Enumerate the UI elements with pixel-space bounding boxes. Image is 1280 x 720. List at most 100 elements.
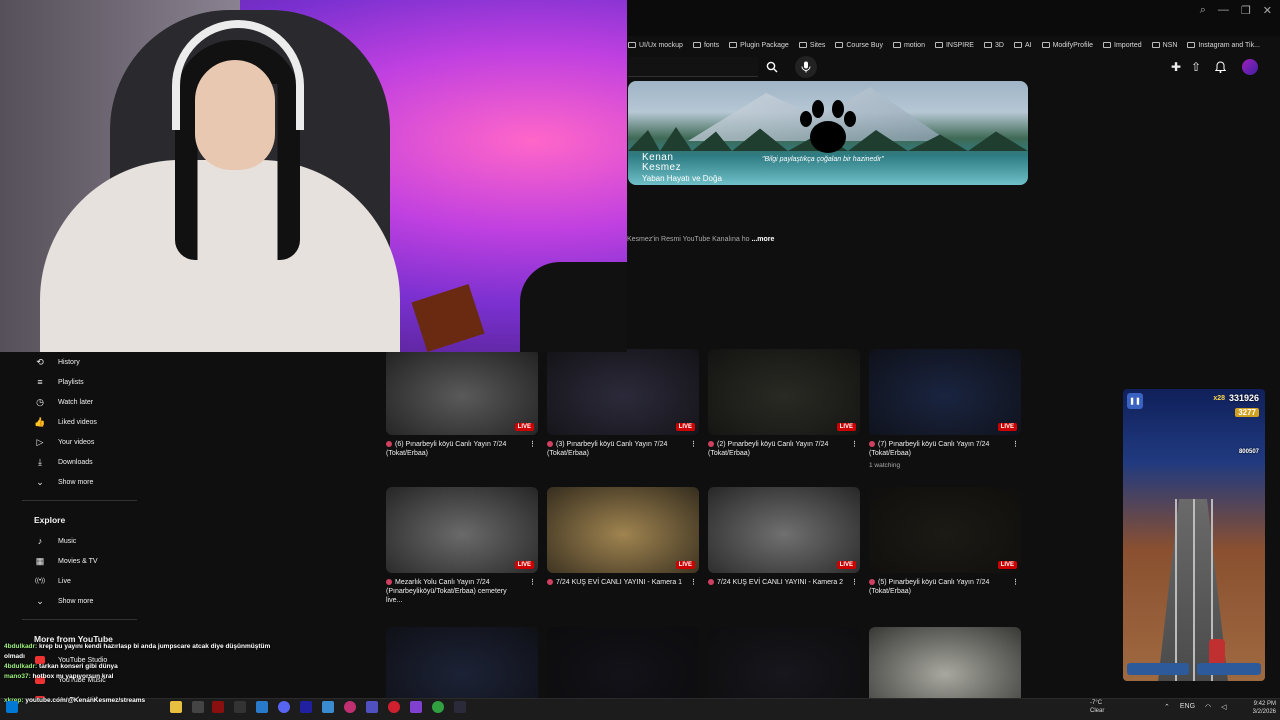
sidebar-item-history[interactable]: ⟲ History: [22, 352, 142, 372]
video-thumbnail[interactable]: LIVE: [708, 349, 860, 435]
video-card[interactable]: LIVE (5) Pınarbeyli köyü Canlı Yayın 7/24…: [869, 487, 1021, 596]
video-thumbnail[interactable]: LIVE: [386, 487, 538, 573]
bookmark-item[interactable]: Imported: [1103, 42, 1142, 49]
video-thumbnail[interactable]: LIVE: [386, 349, 538, 435]
video-card[interactable]: [708, 627, 860, 698]
video-thumbnail[interactable]: [869, 627, 1021, 698]
video-title[interactable]: (7) Pınarbeyli köyü Canlı Yayın 7/24 (To…: [869, 440, 1021, 458]
video-thumbnail[interactable]: LIVE: [547, 349, 699, 435]
bookmark-item[interactable]: Sites: [798, 42, 825, 49]
sidebar-item-your-videos[interactable]: ▷ Your videos: [22, 432, 142, 452]
video-card[interactable]: [547, 627, 699, 698]
app-icon[interactable]: [256, 701, 268, 713]
video-thumbnail[interactable]: [547, 627, 699, 698]
create-icon[interactable]: ✚: [1169, 60, 1183, 74]
bookmark-item[interactable]: AI: [1013, 42, 1032, 49]
maximize-button[interactable]: ❐: [1241, 4, 1251, 17]
app-icon[interactable]: [234, 701, 246, 713]
start-icon[interactable]: [6, 701, 18, 713]
search-input[interactable]: [628, 57, 758, 77]
language-indicator[interactable]: ENG: [1180, 703, 1195, 711]
video-thumbnail[interactable]: LIVE: [547, 487, 699, 573]
more-options-icon[interactable]: ⋮: [690, 578, 697, 587]
bookmark-item[interactable]: Plugin Package: [729, 42, 789, 49]
video-card[interactable]: [386, 627, 538, 698]
sidebar-item-live[interactable]: ((•)) Live: [22, 571, 142, 591]
bookmark-item[interactable]: fonts: [692, 42, 719, 49]
more-options-icon[interactable]: ⋮: [529, 440, 536, 449]
steam-icon[interactable]: [454, 701, 466, 713]
video-card[interactable]: LIVE (3) Pınarbeyli köyü Canlı Yayın 7/24…: [547, 349, 699, 458]
app-icon[interactable]: [410, 701, 422, 713]
video-card[interactable]: [869, 627, 1021, 698]
sidebar-item-music[interactable]: ♪ Music: [22, 531, 142, 551]
search-icon[interactable]: ⌕: [1200, 4, 1206, 17]
bookmark-item[interactable]: NSN: [1151, 42, 1177, 49]
sidebar-item-watch-later[interactable]: ◷ Watch later: [22, 392, 142, 412]
clock[interactable]: 9:42 PM 3/2/2026: [1244, 700, 1276, 716]
video-thumbnail[interactable]: LIVE: [708, 487, 860, 573]
close-button[interactable]: ✕: [1263, 4, 1272, 17]
video-thumbnail[interactable]: LIVE: [869, 487, 1021, 573]
minimize-button[interactable]: —: [1218, 4, 1229, 17]
channel-description[interactable]: Kesmez'in Resmi YouTube Kanalına ho ...m…: [627, 236, 774, 243]
video-title[interactable]: 7/24 KUŞ EVİ CANLI YAYINI - Kamera 2 ⋮: [708, 578, 860, 587]
description-more-link[interactable]: ...more: [751, 236, 774, 243]
video-card[interactable]: LIVE (7) Pınarbeyli köyü Canlı Yayın 7/24…: [869, 349, 1021, 469]
bookmark-item[interactable]: Instagram and Tik...: [1187, 42, 1260, 49]
bookmark-item[interactable]: ModifyProfile: [1041, 42, 1093, 49]
video-thumbnail[interactable]: [386, 627, 538, 698]
chevron-up-icon[interactable]: ⌃: [1164, 703, 1170, 711]
video-thumbnail[interactable]: LIVE: [869, 349, 1021, 435]
bookmark-item[interactable]: UI/Ux mockup: [628, 42, 683, 49]
video-title[interactable]: (5) Pınarbeyli köyü Canlı Yayın 7/24 (To…: [869, 578, 1021, 596]
app-icon[interactable]: [366, 701, 378, 713]
more-options-icon[interactable]: ⋮: [851, 578, 858, 587]
bookmark-item[interactable]: motion: [892, 42, 925, 49]
video-title[interactable]: (2) Pınarbeyli köyü Canlı Yayın 7/24 (To…: [708, 440, 860, 458]
more-options-icon[interactable]: ⋮: [851, 440, 858, 449]
app-icon[interactable]: [432, 701, 444, 713]
sidebar-item-downloads[interactable]: ⤓ Downloads: [22, 452, 142, 472]
volume-icon[interactable]: ◁: [1221, 703, 1226, 711]
sidebar-item-show-more[interactable]: ⌄ Show more: [22, 472, 142, 492]
more-options-icon[interactable]: ⋮: [690, 440, 697, 449]
video-card[interactable]: LIVE 7/24 KUŞ EVİ CANLI YAYINI - Kamera 2…: [708, 487, 860, 587]
sidebar-item-playlists[interactable]: ≡ Playlists: [22, 372, 142, 392]
video-card[interactable]: LIVE 7/24 KUŞ EVİ CANLI YAYINI - Kamera 1…: [547, 487, 699, 587]
more-options-icon[interactable]: ⋮: [1012, 578, 1019, 587]
voice-search-button[interactable]: [795, 56, 817, 78]
wifi-icon[interactable]: ◠: [1205, 703, 1211, 711]
more-options-icon[interactable]: ⋮: [529, 578, 536, 587]
illustrator-icon[interactable]: [212, 701, 224, 713]
pause-button[interactable]: ❚❚: [1127, 393, 1143, 409]
search-button[interactable]: [760, 57, 784, 77]
sidebar-item-show-more[interactable]: ⌄ Show more: [22, 591, 142, 611]
weather-widget[interactable]: -7°C Clear: [1090, 699, 1104, 715]
more-options-icon[interactable]: ⋮: [1012, 440, 1019, 449]
app-icon[interactable]: [388, 701, 400, 713]
app-icon[interactable]: [344, 701, 356, 713]
sidebar-item-movies-tv[interactable]: ▦ Movies & TV: [22, 551, 142, 571]
video-card[interactable]: LIVE (6) Pınarbeyli köyü Canlı Yayın 7/24…: [386, 349, 538, 458]
discord-icon[interactable]: [278, 701, 290, 713]
video-title[interactable]: 7/24 KUŞ EVİ CANLI YAYINI - Kamera 1 ⋮: [547, 578, 699, 587]
app-icon[interactable]: [322, 701, 334, 713]
bookmark-item[interactable]: INSPIRE: [934, 42, 974, 49]
notifications-bell-icon[interactable]: [1213, 60, 1227, 74]
bookmark-item[interactable]: Course Buy: [835, 42, 883, 49]
sidebar-item-liked-videos[interactable]: 👍 Liked videos: [22, 412, 142, 432]
mini-player[interactable]: ❚❚ x28 331926 3277 800507: [1123, 389, 1265, 681]
video-card[interactable]: LIVE (2) Pınarbeyli köyü Canlı Yayın 7/24…: [708, 349, 860, 458]
upload-icon[interactable]: ⇧: [1189, 60, 1203, 74]
after-effects-icon[interactable]: [300, 701, 312, 713]
video-card[interactable]: LIVE Mezarlık Yolu Canlı Yayın 7/24 (Pına…: [386, 487, 538, 605]
video-title[interactable]: (3) Pınarbeyli köyü Canlı Yayın 7/24 (To…: [547, 440, 699, 458]
video-thumbnail[interactable]: [708, 627, 860, 698]
file-explorer-icon[interactable]: [170, 701, 182, 713]
app-icon[interactable]: [192, 701, 204, 713]
video-title[interactable]: Mezarlık Yolu Canlı Yayın 7/24 (Pınarbey…: [386, 578, 538, 605]
bookmark-item[interactable]: 3D: [983, 42, 1004, 49]
video-title[interactable]: (6) Pınarbeyli köyü Canlı Yayın 7/24 (To…: [386, 440, 538, 458]
avatar[interactable]: [1242, 59, 1258, 75]
